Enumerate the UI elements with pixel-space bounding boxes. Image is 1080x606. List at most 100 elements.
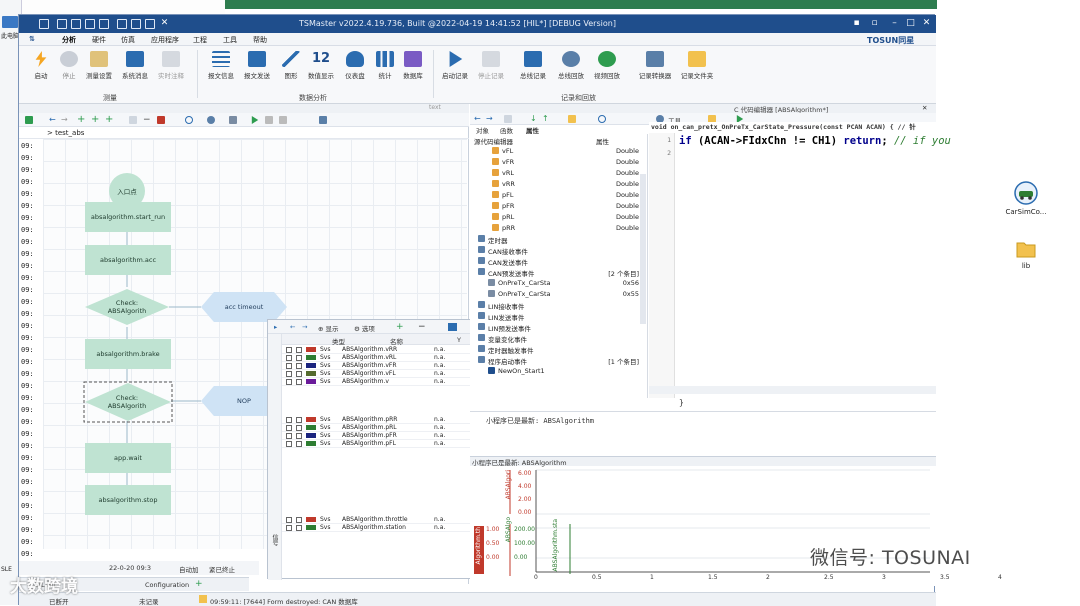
series-color-swatch[interactable] bbox=[306, 371, 316, 376]
back-icon[interactable]: ← bbox=[49, 116, 57, 124]
settings-icon[interactable] bbox=[145, 19, 155, 29]
visible-checkbox[interactable] bbox=[296, 371, 302, 377]
bus-record-button[interactable]: 总线记录 bbox=[515, 49, 551, 89]
add-icon[interactable]: + bbox=[396, 322, 404, 332]
expand-checkbox[interactable] bbox=[286, 379, 292, 385]
new-file-icon[interactable] bbox=[57, 19, 67, 29]
record-converter-button[interactable]: 记录转换器 bbox=[633, 49, 677, 89]
object-tree-item[interactable]: LIN接收事件 bbox=[470, 299, 648, 311]
layout-icon[interactable] bbox=[229, 116, 237, 124]
signal-row[interactable]: Svs ABSAlgorithm.v n.a. bbox=[282, 378, 481, 386]
quick-icon[interactable]: ⇅ bbox=[29, 35, 35, 43]
start-record-button[interactable]: 启动记录 bbox=[437, 49, 473, 89]
series-color-swatch[interactable] bbox=[306, 355, 316, 360]
menu-tools[interactable]: 工具 bbox=[223, 35, 237, 45]
series-color-swatch[interactable] bbox=[306, 379, 316, 384]
menu-help[interactable]: 帮助 bbox=[253, 35, 267, 45]
visible-checkbox[interactable] bbox=[296, 525, 302, 531]
maximize-icon[interactable]: □ bbox=[905, 18, 916, 29]
download-icon[interactable] bbox=[117, 19, 127, 29]
object-tree-item[interactable]: vFL Double bbox=[470, 145, 648, 156]
expand-checkbox[interactable] bbox=[286, 355, 292, 361]
help-icon[interactable]: ▪ bbox=[851, 18, 862, 29]
close-icon[interactable]: ✕ bbox=[922, 104, 927, 112]
expand-checkbox[interactable] bbox=[286, 517, 292, 523]
pin-icon[interactable]: ▸ bbox=[274, 323, 277, 331]
editor-hscrollbar[interactable] bbox=[649, 386, 936, 394]
breadcrumb[interactable]: > test_abs bbox=[19, 127, 469, 139]
signal-row[interactable]: Svs ABSAlgorithm.vRR n.a. bbox=[282, 346, 481, 354]
forward-icon[interactable]: → bbox=[486, 115, 494, 123]
object-tree-item[interactable]: 程序启动事件 [1 个条目] bbox=[470, 354, 648, 366]
object-tree-item[interactable]: 定时器触发事件 bbox=[470, 343, 648, 355]
signal-row[interactable]: Svs ABSAlgorithm.vFL n.a. bbox=[282, 370, 481, 378]
series-color-swatch[interactable] bbox=[306, 517, 316, 522]
view-icon[interactable] bbox=[448, 323, 457, 331]
visible-checkbox[interactable] bbox=[296, 425, 302, 431]
close-doc-icon[interactable]: ✕ bbox=[159, 18, 170, 29]
object-tree-item[interactable]: pFR Double bbox=[470, 200, 648, 211]
signal-row[interactable]: Svs ABSAlgorithm.vFR n.a. bbox=[282, 362, 481, 370]
object-tree-item[interactable]: pRR Double bbox=[470, 222, 648, 233]
menu-project[interactable]: 工程 bbox=[193, 35, 207, 45]
grid-icon[interactable] bbox=[25, 116, 33, 124]
tab-configuration[interactable]: Configuration bbox=[145, 581, 189, 589]
upload-icon[interactable] bbox=[131, 19, 141, 29]
expand-checkbox[interactable] bbox=[286, 347, 292, 353]
minus-icon[interactable]: − bbox=[143, 116, 151, 125]
gear-icon[interactable] bbox=[207, 116, 215, 124]
visible-checkbox[interactable] bbox=[296, 417, 302, 423]
code-editor[interactable]: void on_can_pretx_OnPreTx_CarState_Press… bbox=[649, 122, 951, 407]
desktop-icon-lib[interactable]: lib bbox=[1008, 238, 1044, 270]
insert-icon[interactable]: + bbox=[105, 115, 113, 125]
bus-replay-button[interactable]: 总线回放 bbox=[553, 49, 589, 89]
video-replay-button[interactable]: 视频回放 bbox=[589, 49, 625, 89]
open-icon[interactable] bbox=[71, 19, 81, 29]
message-info-button[interactable]: 报文信息 bbox=[203, 49, 239, 89]
expand-checkbox[interactable] bbox=[286, 363, 292, 369]
series-color-swatch[interactable] bbox=[306, 347, 316, 352]
flow-node-acc[interactable]: absalgorithm.acc bbox=[85, 245, 171, 275]
message-send-button[interactable]: 报文发送 bbox=[239, 49, 275, 89]
flow-node-stop[interactable]: absalgorithm.stop bbox=[85, 485, 171, 515]
object-tree-item[interactable]: vRL Double bbox=[470, 167, 648, 178]
signal-row[interactable]: Svs ABSAlgorithm.station n.a. bbox=[282, 524, 481, 532]
visible-checkbox[interactable] bbox=[296, 355, 302, 361]
series-color-swatch[interactable] bbox=[306, 363, 316, 368]
expand-checkbox[interactable] bbox=[286, 433, 292, 439]
step-icon[interactable] bbox=[279, 116, 287, 124]
expand-checkbox[interactable] bbox=[286, 417, 292, 423]
signal-row[interactable]: Svs ABSAlgorithm.pFR n.a. bbox=[282, 432, 481, 440]
signal-row[interactable]: Svs ABSAlgorithm.pRL n.a. bbox=[282, 424, 481, 432]
object-tree-item[interactable]: OnPreTx_CarSta 0x55 bbox=[470, 288, 648, 299]
display-menu[interactable]: ⊕ 显示 bbox=[318, 323, 339, 333]
delete-icon[interactable] bbox=[157, 116, 165, 124]
realtime-note-button[interactable]: 实时注释 bbox=[153, 49, 189, 89]
visible-checkbox[interactable] bbox=[296, 517, 302, 523]
pause-icon[interactable] bbox=[265, 116, 273, 124]
doc-icon[interactable] bbox=[504, 115, 512, 123]
database-button[interactable]: 数据库 bbox=[395, 49, 431, 89]
back-icon[interactable]: ← bbox=[290, 323, 295, 331]
close-icon[interactable]: ✕ bbox=[921, 18, 932, 29]
measure-settings-button[interactable]: 测量设置 bbox=[81, 49, 117, 89]
system-message-button[interactable]: 系统消息 bbox=[117, 49, 153, 89]
visible-checkbox[interactable] bbox=[296, 379, 302, 385]
object-tree-item[interactable]: pRL Double bbox=[470, 211, 648, 222]
restore-icon[interactable]: ▫ bbox=[869, 18, 880, 29]
forward-icon[interactable]: → bbox=[61, 116, 69, 124]
record-folder-button[interactable]: 记录文件夹 bbox=[675, 49, 719, 89]
add-child-icon[interactable]: + bbox=[91, 115, 99, 125]
object-tree-item[interactable]: NewOn_Start1 bbox=[470, 365, 648, 376]
object-tree-item[interactable]: CAN预发送事件 [2 个条目] bbox=[470, 266, 648, 278]
signal-row[interactable]: Svs ABSAlgorithm.throttle n.a. bbox=[282, 516, 481, 524]
object-tree-item[interactable]: LIN发送事件 bbox=[470, 310, 648, 322]
visible-checkbox[interactable] bbox=[296, 441, 302, 447]
signal-row[interactable]: Svs ABSAlgorithm.vRL n.a. bbox=[282, 354, 481, 362]
stop-record-button[interactable]: 停止记录 bbox=[473, 49, 509, 89]
menu-hardware[interactable]: 硬件 bbox=[92, 35, 106, 45]
flow-node-wait[interactable]: app.wait bbox=[85, 443, 171, 473]
series-color-swatch[interactable] bbox=[306, 441, 316, 446]
run-icon[interactable] bbox=[251, 116, 259, 124]
back-icon[interactable]: ← bbox=[474, 115, 482, 123]
